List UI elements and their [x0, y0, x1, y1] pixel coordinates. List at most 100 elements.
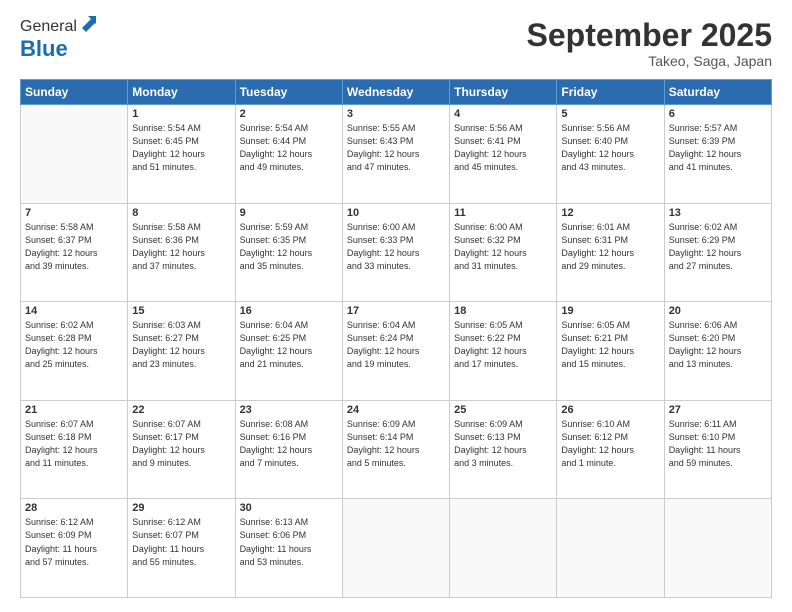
day-info: Sunrise: 6:06 AM Sunset: 6:20 PM Dayligh… — [669, 319, 767, 371]
day-number: 29 — [132, 502, 230, 514]
day-number: 1 — [132, 108, 230, 120]
day-number: 4 — [454, 108, 552, 120]
day-info: Sunrise: 6:09 AM Sunset: 6:13 PM Dayligh… — [454, 418, 552, 470]
day-number: 12 — [561, 207, 659, 219]
day-info: Sunrise: 6:09 AM Sunset: 6:14 PM Dayligh… — [347, 418, 445, 470]
table-row: 17Sunrise: 6:04 AM Sunset: 6:24 PM Dayli… — [342, 302, 449, 401]
day-info: Sunrise: 6:02 AM Sunset: 6:29 PM Dayligh… — [669, 221, 767, 273]
table-row: 27Sunrise: 6:11 AM Sunset: 6:10 PM Dayli… — [664, 400, 771, 499]
table-row: 1Sunrise: 5:54 AM Sunset: 6:45 PM Daylig… — [128, 105, 235, 204]
day-info: Sunrise: 6:13 AM Sunset: 6:06 PM Dayligh… — [240, 516, 338, 568]
day-number: 15 — [132, 305, 230, 317]
table-row: 7 Sunrise: 5:58 AM Sunset: 6:37 PM Daylig… — [21, 203, 128, 302]
table-row: 3Sunrise: 5:55 AM Sunset: 6:43 PM Daylig… — [342, 105, 449, 204]
col-saturday: Saturday — [664, 80, 771, 105]
calendar-week-row: 1Sunrise: 5:54 AM Sunset: 6:45 PM Daylig… — [21, 105, 772, 204]
day-info: Sunrise: 5:54 AM Sunset: 6:44 PM Dayligh… — [240, 122, 338, 174]
calendar-header-row: Sunday Monday Tuesday Wednesday Thursday… — [21, 80, 772, 105]
table-row: 30 Sunrise: 6:13 AM Sunset: 6:06 PM Dayli… — [235, 499, 342, 598]
col-tuesday: Tuesday — [235, 80, 342, 105]
day-info: Sunrise: 6:08 AM Sunset: 6:16 PM Dayligh… — [240, 418, 338, 470]
col-sunday: Sunday — [21, 80, 128, 105]
day-info: Sunrise: 5:59 AM Sunset: 6:35 PM Dayligh… — [240, 221, 338, 273]
day-number: 25 — [454, 404, 552, 416]
table-row — [342, 499, 449, 598]
day-number: 6 — [669, 108, 767, 120]
calendar-week-row: 7 Sunrise: 5:58 AM Sunset: 6:37 PM Daylig… — [21, 203, 772, 302]
day-number: 7 — [25, 207, 123, 219]
logo-blue-text: Blue — [20, 36, 68, 61]
table-row — [664, 499, 771, 598]
day-info: Sunrise: 6:07 AM Sunset: 6:17 PM Dayligh… — [132, 418, 230, 470]
day-info: Sunrise: 6:10 AM Sunset: 6:12 PM Dayligh… — [561, 418, 659, 470]
col-thursday: Thursday — [450, 80, 557, 105]
day-info: Sunrise: 6:12 AM Sunset: 6:07 PM Dayligh… — [132, 516, 230, 568]
calendar-week-row: 14Sunrise: 6:02 AM Sunset: 6:28 PM Dayli… — [21, 302, 772, 401]
table-row: 14Sunrise: 6:02 AM Sunset: 6:28 PM Dayli… — [21, 302, 128, 401]
day-number: 5 — [561, 108, 659, 120]
table-row: 28 Sunrise: 6:12 AM Sunset: 6:09 PM Dayli… — [21, 499, 128, 598]
day-number: 24 — [347, 404, 445, 416]
day-info: Sunrise: 5:58 AM Sunset: 6:36 PM Dayligh… — [132, 221, 230, 273]
header: General Blue September 2025 Takeo, Saga,… — [20, 18, 772, 69]
day-info: Sunrise: 6:01 AM Sunset: 6:31 PM Dayligh… — [561, 221, 659, 273]
day-number: 27 — [669, 404, 767, 416]
table-row — [557, 499, 664, 598]
logo-general-text: General — [20, 18, 77, 36]
table-row — [21, 105, 128, 204]
day-info: Sunrise: 5:56 AM Sunset: 6:40 PM Dayligh… — [561, 122, 659, 174]
col-friday: Friday — [557, 80, 664, 105]
table-row: 9Sunrise: 5:59 AM Sunset: 6:35 PM Daylig… — [235, 203, 342, 302]
title-block: September 2025 Takeo, Saga, Japan — [527, 18, 772, 69]
day-info: Sunrise: 6:00 AM Sunset: 6:33 PM Dayligh… — [347, 221, 445, 273]
table-row: 10 Sunrise: 6:00 AM Sunset: 6:33 PM Dayli… — [342, 203, 449, 302]
day-number: 30 — [240, 502, 338, 514]
table-row: 19 Sunrise: 6:05 AM Sunset: 6:21 PM Dayli… — [557, 302, 664, 401]
table-row: 13 Sunrise: 6:02 AM Sunset: 6:29 PM Dayli… — [664, 203, 771, 302]
day-info: Sunrise: 6:05 AM Sunset: 6:21 PM Dayligh… — [561, 319, 659, 371]
calendar-week-row: 28 Sunrise: 6:12 AM Sunset: 6:09 PM Dayli… — [21, 499, 772, 598]
page: General Blue September 2025 Takeo, Saga,… — [0, 0, 792, 612]
calendar-week-row: 21Sunrise: 6:07 AM Sunset: 6:18 PM Dayli… — [21, 400, 772, 499]
day-info: Sunrise: 6:03 AM Sunset: 6:27 PM Dayligh… — [132, 319, 230, 371]
day-info: Sunrise: 6:00 AM Sunset: 6:32 PM Dayligh… — [454, 221, 552, 273]
table-row: 11 Sunrise: 6:00 AM Sunset: 6:32 PM Dayli… — [450, 203, 557, 302]
day-info: Sunrise: 5:56 AM Sunset: 6:41 PM Dayligh… — [454, 122, 552, 174]
day-number: 8 — [132, 207, 230, 219]
day-number: 17 — [347, 305, 445, 317]
location: Takeo, Saga, Japan — [527, 53, 772, 69]
day-info: Sunrise: 6:12 AM Sunset: 6:09 PM Dayligh… — [25, 516, 123, 568]
day-number: 3 — [347, 108, 445, 120]
table-row: 16 Sunrise: 6:04 AM Sunset: 6:25 PM Dayli… — [235, 302, 342, 401]
table-row: 24 Sunrise: 6:09 AM Sunset: 6:14 PM Dayli… — [342, 400, 449, 499]
day-info: Sunrise: 6:07 AM Sunset: 6:18 PM Dayligh… — [25, 418, 123, 470]
table-row: 22 Sunrise: 6:07 AM Sunset: 6:17 PM Dayli… — [128, 400, 235, 499]
table-row: 12 Sunrise: 6:01 AM Sunset: 6:31 PM Dayli… — [557, 203, 664, 302]
day-number: 10 — [347, 207, 445, 219]
table-row: 5 Sunrise: 5:56 AM Sunset: 6:40 PM Daylig… — [557, 105, 664, 204]
table-row: 26 Sunrise: 6:10 AM Sunset: 6:12 PM Dayli… — [557, 400, 664, 499]
table-row: 29 Sunrise: 6:12 AM Sunset: 6:07 PM Dayli… — [128, 499, 235, 598]
table-row: 18Sunrise: 6:05 AM Sunset: 6:22 PM Dayli… — [450, 302, 557, 401]
day-number: 26 — [561, 404, 659, 416]
day-number: 19 — [561, 305, 659, 317]
col-monday: Monday — [128, 80, 235, 105]
day-number: 23 — [240, 404, 338, 416]
day-number: 11 — [454, 207, 552, 219]
day-number: 22 — [132, 404, 230, 416]
day-number: 18 — [454, 305, 552, 317]
day-info: Sunrise: 6:04 AM Sunset: 6:25 PM Dayligh… — [240, 319, 338, 371]
table-row: 15 Sunrise: 6:03 AM Sunset: 6:27 PM Dayli… — [128, 302, 235, 401]
day-number: 28 — [25, 502, 123, 514]
day-number: 16 — [240, 305, 338, 317]
day-info: Sunrise: 5:57 AM Sunset: 6:39 PM Dayligh… — [669, 122, 767, 174]
day-info: Sunrise: 5:58 AM Sunset: 6:37 PM Dayligh… — [25, 221, 123, 273]
table-row — [450, 499, 557, 598]
logo: General Blue — [20, 18, 96, 62]
day-number: 13 — [669, 207, 767, 219]
day-number: 20 — [669, 305, 767, 317]
day-number: 14 — [25, 305, 123, 317]
table-row: 4 Sunrise: 5:56 AM Sunset: 6:41 PM Daylig… — [450, 105, 557, 204]
logo-icon — [78, 14, 96, 32]
table-row: 21Sunrise: 6:07 AM Sunset: 6:18 PM Dayli… — [21, 400, 128, 499]
